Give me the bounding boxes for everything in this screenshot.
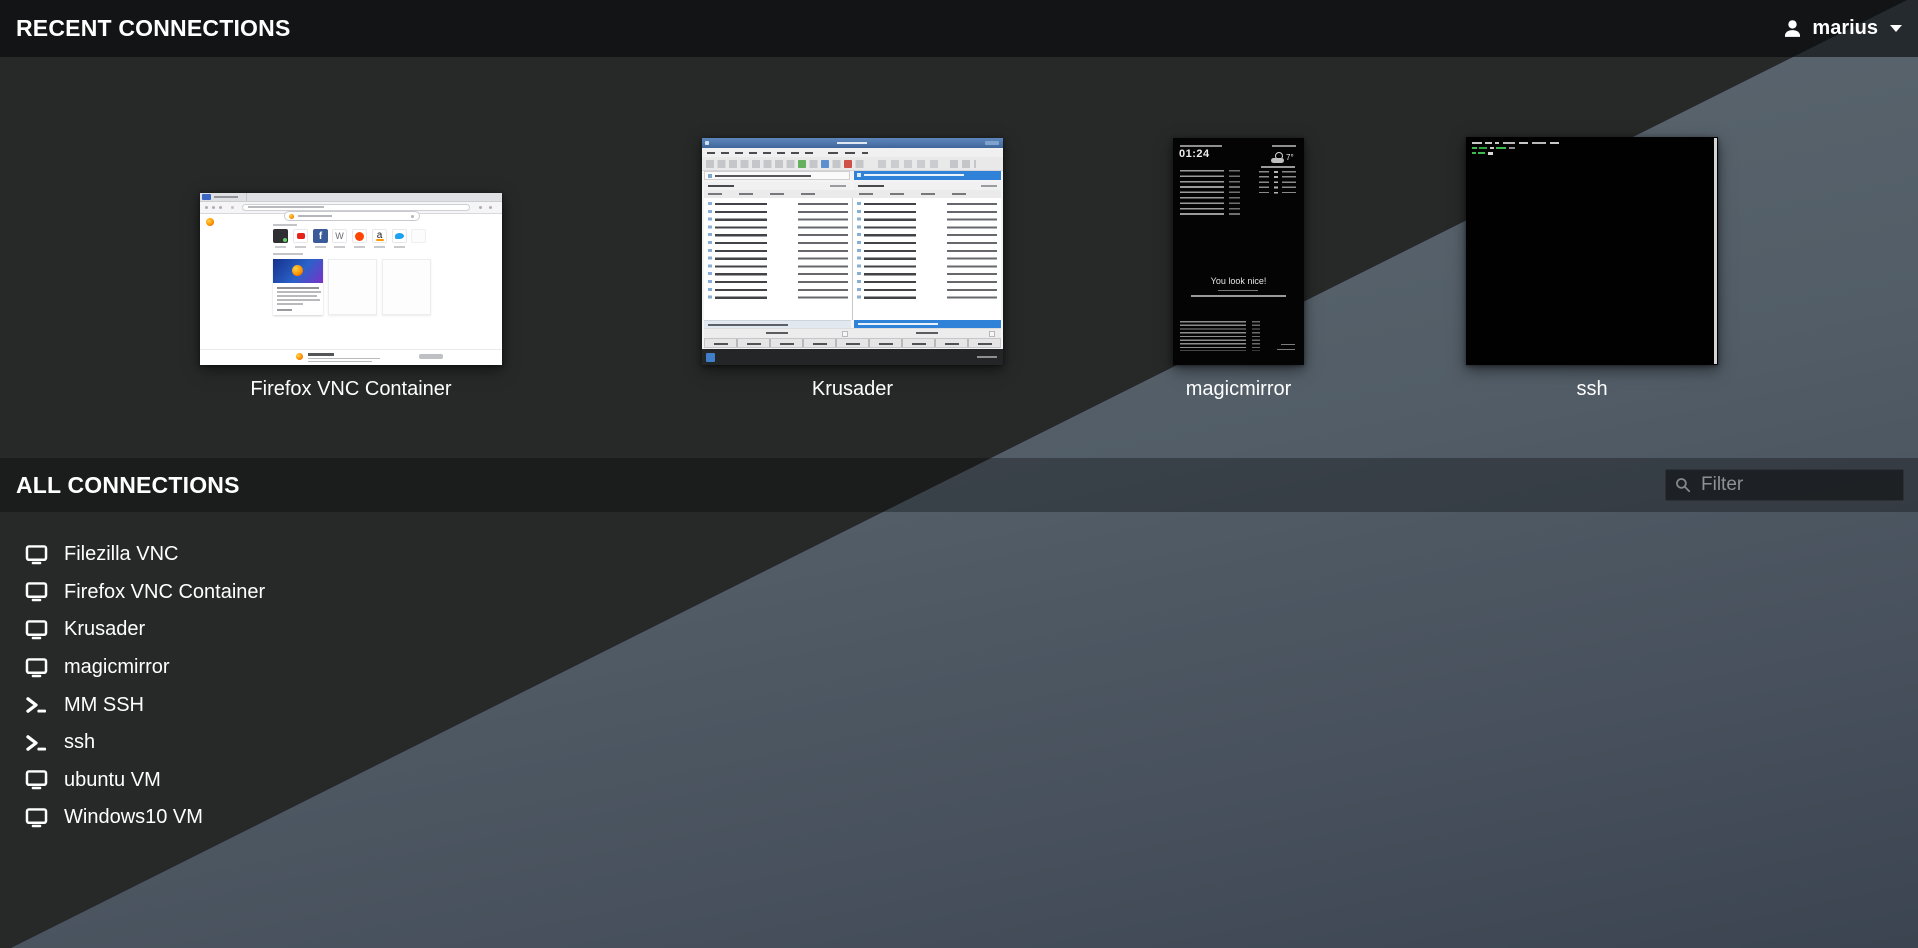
monitor-icon bbox=[25, 620, 48, 640]
mm-subline2 bbox=[1191, 295, 1286, 297]
recent-connection-magicmirror[interactable]: 01:24 7° You look nice! bbox=[1173, 138, 1304, 401]
right-file-pane bbox=[853, 198, 1001, 320]
user-name: marius bbox=[1812, 17, 1878, 40]
right-pane-address-bar-active bbox=[854, 171, 1001, 180]
krusader-thumbnail bbox=[702, 138, 1003, 365]
recent-connection-ssh[interactable]: ssh bbox=[1466, 137, 1718, 401]
window-title-bar bbox=[702, 138, 1003, 148]
mm-weather: 7° bbox=[1257, 144, 1299, 204]
terminal-scrollbar bbox=[1714, 138, 1717, 364]
left-pane-address-bar bbox=[704, 171, 850, 180]
firefox-thumbnail: f W a bbox=[200, 193, 502, 365]
mm-footer-line2 bbox=[1277, 349, 1295, 350]
ssh-terminal-thumbnail bbox=[1466, 137, 1718, 365]
monitor-icon bbox=[25, 808, 48, 828]
connection-row-windows10-vm[interactable]: Windows10 VM bbox=[0, 799, 243, 837]
mm-compliment: You look nice! bbox=[1173, 276, 1304, 286]
all-connections-list: Filezilla VNC Firefox VNC Container Krus… bbox=[0, 536, 305, 837]
search-icon bbox=[1675, 477, 1691, 493]
browser-promo-card bbox=[273, 259, 323, 315]
monitor-icon bbox=[25, 545, 48, 565]
recent-connection-label: Krusader bbox=[812, 378, 893, 401]
terminal-icon bbox=[25, 695, 48, 715]
user-icon bbox=[1782, 18, 1803, 39]
terminal-icon bbox=[25, 733, 48, 753]
connection-name: ubuntu VM bbox=[64, 769, 161, 792]
magicmirror-thumbnail: 01:24 7° You look nice! bbox=[1173, 138, 1304, 365]
connection-row-magicmirror[interactable]: magicmirror bbox=[0, 649, 210, 687]
browser-empty-card bbox=[328, 259, 377, 315]
connection-row-firefox-vnc-container[interactable]: Firefox VNC Container bbox=[0, 574, 305, 612]
taskbar bbox=[702, 349, 1003, 365]
recent-connection-label: Firefox VNC Container bbox=[250, 378, 451, 401]
connection-row-mm-ssh[interactable]: MM SSH bbox=[0, 686, 184, 724]
connection-name: Firefox VNC Container bbox=[64, 581, 265, 604]
header-bar: RECENT CONNECTIONS marius bbox=[0, 0, 1918, 57]
connection-row-filezilla-vnc[interactable]: Filezilla VNC bbox=[0, 536, 218, 574]
right-pane-status-bar-active bbox=[854, 320, 1001, 328]
recent-connection-krusader[interactable]: Krusader bbox=[702, 138, 1003, 401]
mm-clock: 01:24 bbox=[1179, 148, 1210, 160]
connection-name: Krusader bbox=[64, 618, 145, 641]
function-key-buttons bbox=[704, 338, 1001, 348]
recent-connections-row: f W a bbox=[0, 57, 1918, 457]
monitor-icon bbox=[25, 582, 48, 602]
connection-row-krusader[interactable]: Krusader bbox=[0, 611, 185, 649]
browser-footer bbox=[200, 349, 502, 365]
connection-name: ssh bbox=[64, 731, 95, 754]
highlights-label bbox=[273, 253, 303, 255]
mm-subline bbox=[1218, 290, 1258, 291]
recent-connection-firefox-vnc-container[interactable]: f W a bbox=[200, 193, 502, 401]
mm-calendar bbox=[1180, 170, 1240, 218]
all-connections-title: ALL CONNECTIONS bbox=[16, 472, 240, 499]
browser-empty-card bbox=[382, 259, 431, 315]
monitor-icon bbox=[25, 658, 48, 678]
recent-connection-label: ssh bbox=[1576, 378, 1607, 401]
mm-temperature: 7° bbox=[1286, 153, 1294, 162]
filter-box bbox=[1665, 469, 1904, 501]
mm-footer-line bbox=[1281, 344, 1295, 345]
left-file-pane bbox=[704, 198, 852, 320]
all-connections-bar: ALL CONNECTIONS bbox=[0, 458, 1918, 512]
connection-name: Filezilla VNC bbox=[64, 543, 178, 566]
totals-row bbox=[704, 328, 1001, 338]
toolbar bbox=[702, 157, 1003, 171]
connection-row-ssh[interactable]: ssh bbox=[0, 724, 135, 762]
terminal-output-lines bbox=[1466, 137, 1718, 161]
caret-down-icon bbox=[1890, 25, 1902, 32]
recent-connection-label: magicmirror bbox=[1186, 378, 1292, 401]
page-title: RECENT CONNECTIONS bbox=[16, 15, 291, 42]
connection-name: Windows10 VM bbox=[64, 806, 203, 829]
monitor-icon bbox=[25, 770, 48, 790]
connection-name: MM SSH bbox=[64, 694, 144, 717]
filter-input[interactable] bbox=[1699, 473, 1894, 497]
user-menu[interactable]: marius bbox=[1782, 17, 1902, 40]
mm-date-line bbox=[1180, 145, 1222, 147]
connection-row-ubuntu-vm[interactable]: ubuntu VM bbox=[0, 762, 201, 800]
mm-news-feed bbox=[1180, 321, 1262, 351]
connection-name: magicmirror bbox=[64, 656, 170, 679]
